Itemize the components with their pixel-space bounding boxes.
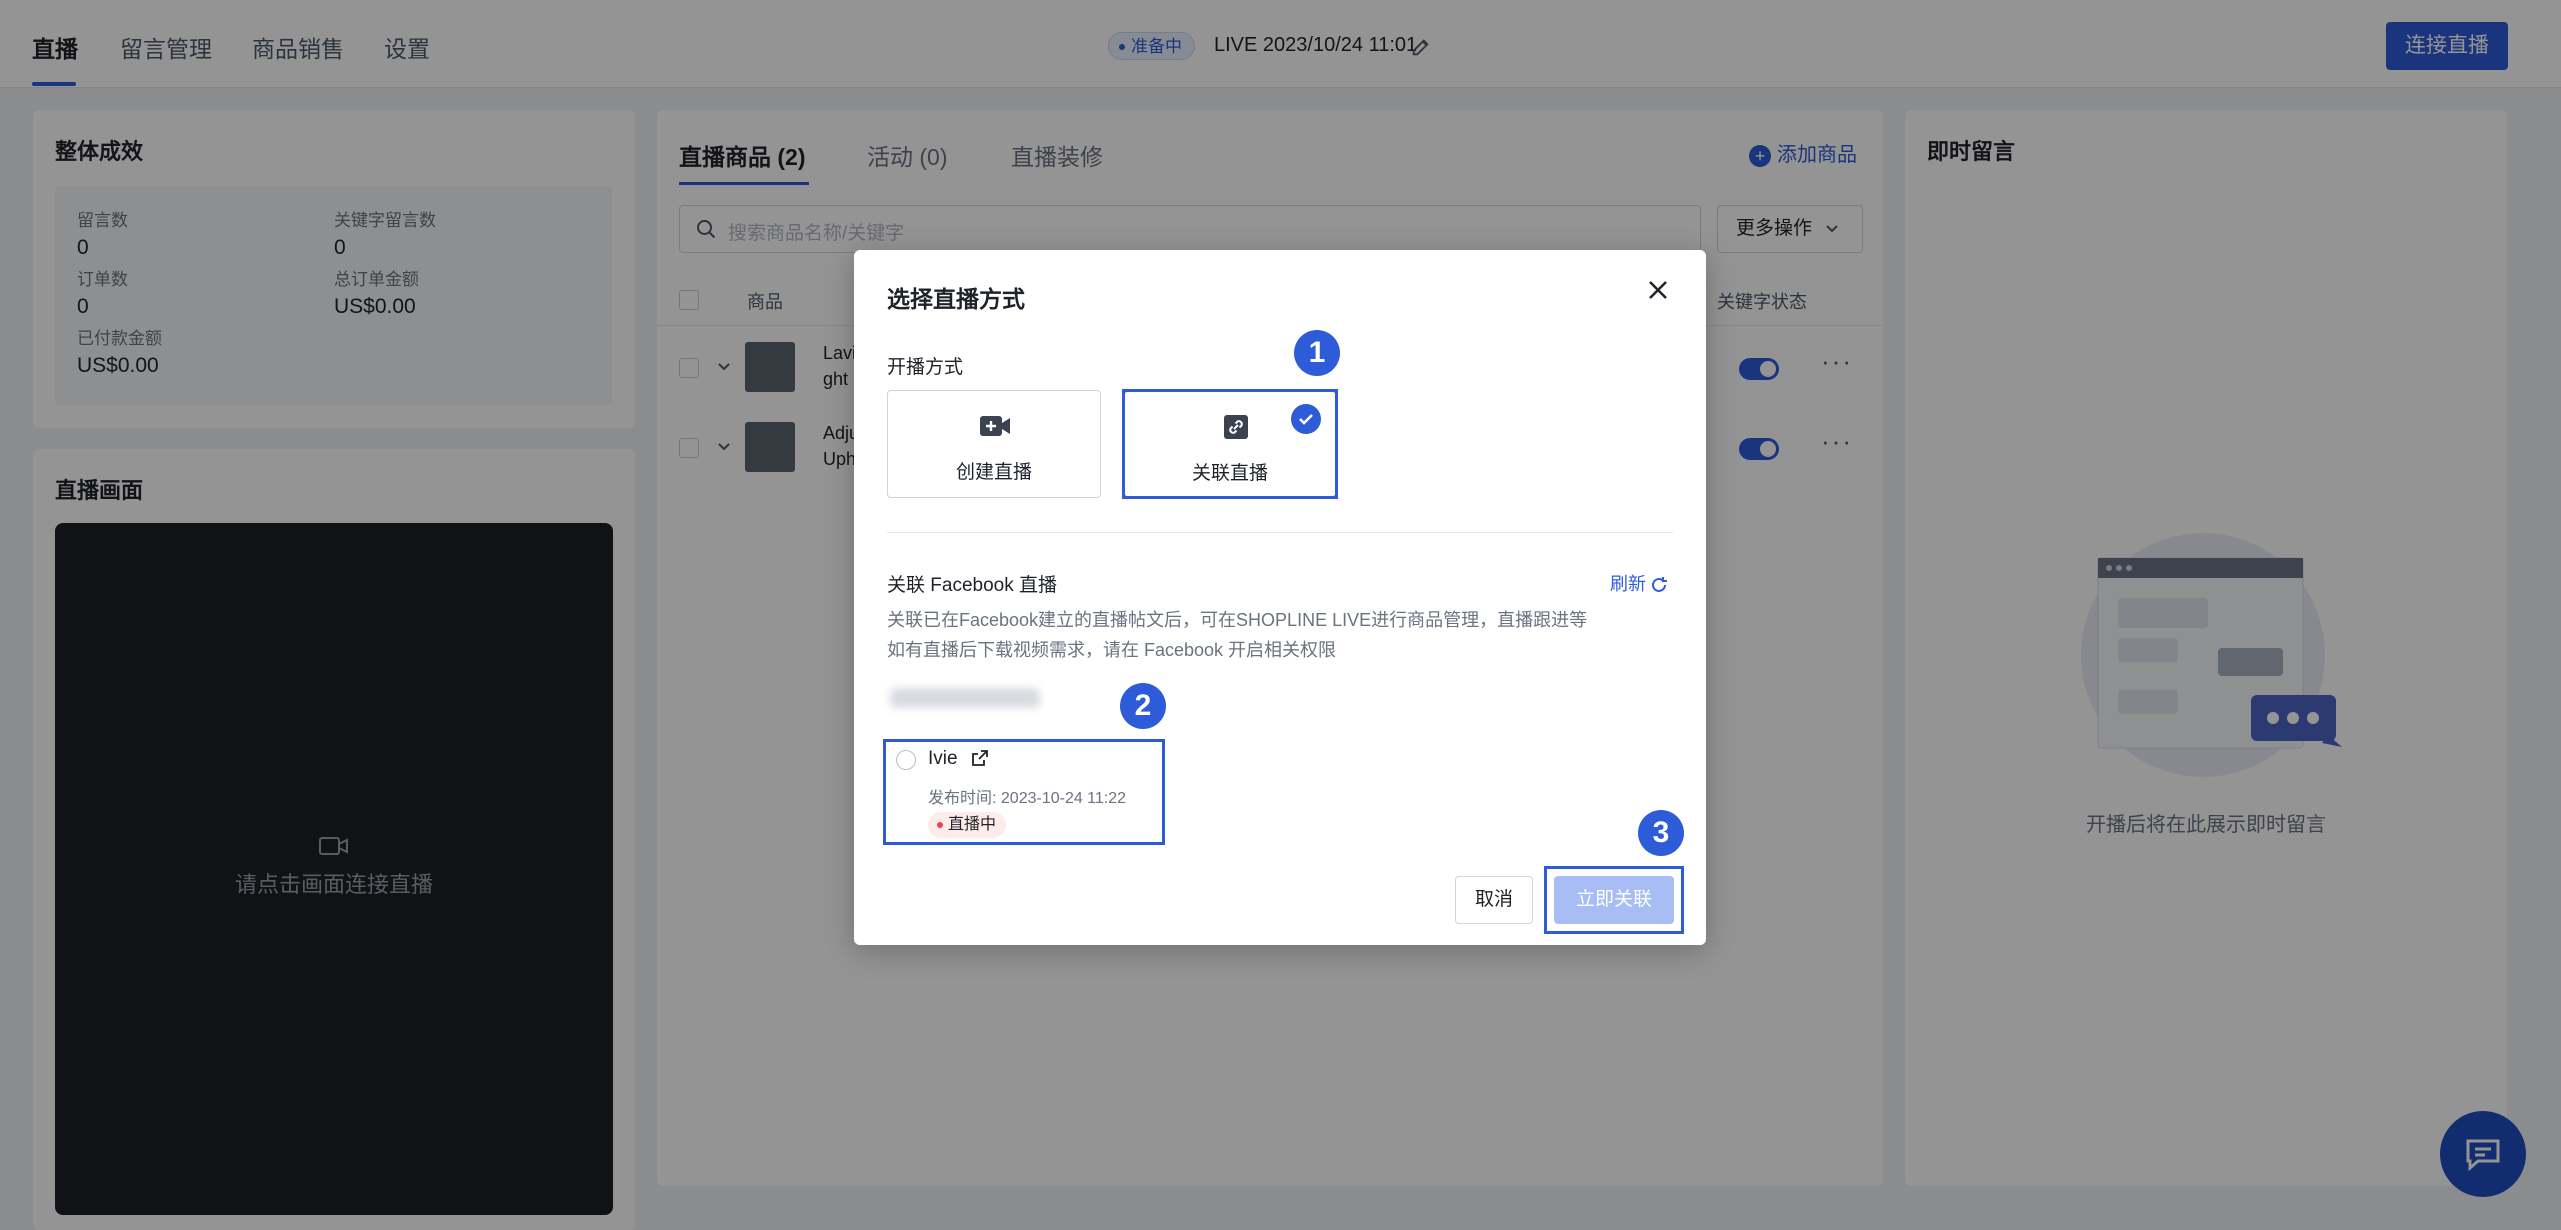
create-live-option[interactable]: 创建直播	[887, 390, 1101, 498]
refresh-label: 刷新	[1610, 574, 1646, 594]
cancel-button[interactable]: 取消	[1455, 876, 1533, 924]
choose-live-method-dialog: 选择直播方式 开播方式 创建直播 关联直播 关联 Facebook 直播 刷新 …	[854, 250, 1706, 945]
annotation-box-3	[1544, 866, 1684, 934]
blurred-account-name	[890, 688, 1040, 708]
divider	[887, 532, 1673, 533]
facebook-live-label: 关联 Facebook 直播	[887, 575, 1057, 596]
step-marker-2: 2	[1120, 683, 1166, 729]
mode-label: 创建直播	[955, 462, 1032, 483]
step-marker-3: 3	[1638, 810, 1684, 856]
live-method-label: 开播方式	[887, 357, 964, 378]
annotation-box-1	[1122, 389, 1338, 499]
annotation-box-2	[883, 739, 1165, 845]
dialog-title: 选择直播方式	[887, 286, 1025, 312]
description-line: 如有直播后下载视频需求，请在 Facebook 开启相关权限	[887, 640, 1337, 660]
step-marker-1: 1	[1294, 330, 1340, 376]
refresh-icon	[1652, 577, 1667, 593]
video-plus-icon	[980, 416, 1010, 436]
refresh-button[interactable]: 刷新	[1610, 570, 1668, 596]
description-line: 关联已在Facebook建立的直播帖文后，可在SHOPLINE LIVE进行商品…	[887, 610, 1588, 630]
close-icon[interactable]	[1644, 276, 1672, 304]
